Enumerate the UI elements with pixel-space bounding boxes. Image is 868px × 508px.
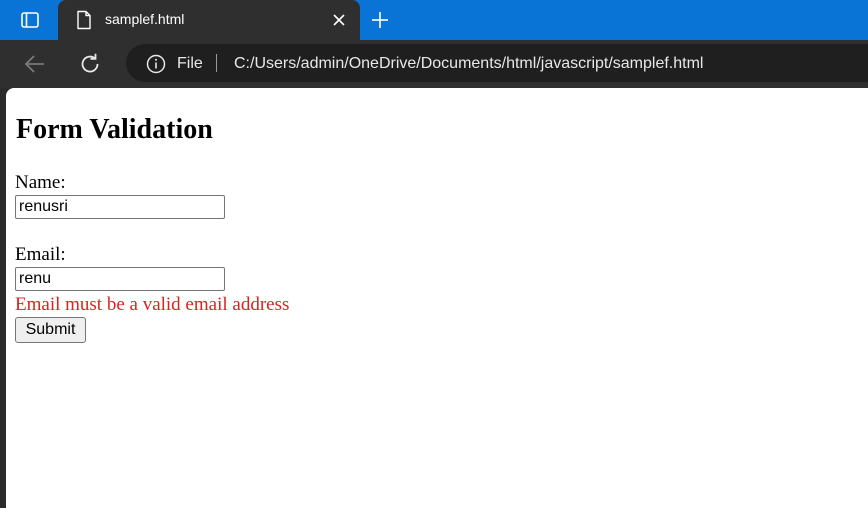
email-error-message: Email must be a valid email address	[15, 294, 290, 315]
name-label: Name:	[15, 172, 66, 193]
url-text[interactable]: C:/Users/admin/OneDrive/Documents/html/j…	[234, 55, 703, 73]
reload-button[interactable]	[77, 51, 103, 77]
submit-button[interactable]: Submit	[15, 317, 86, 343]
info-icon[interactable]	[146, 54, 166, 74]
address-separator	[216, 54, 217, 72]
back-arrow-icon	[24, 55, 44, 73]
close-icon	[333, 14, 345, 26]
close-tab-button[interactable]	[330, 11, 348, 29]
address-bar[interactable]: File C:/Users/admin/OneDrive/Documents/h…	[126, 44, 868, 82]
tab-actions-icon	[21, 12, 39, 28]
scheme-label: File	[177, 55, 203, 72]
page-viewport: Form Validation Name: Email: Email must …	[6, 88, 868, 508]
tab-strip: samplef.html	[0, 0, 868, 40]
email-input[interactable]	[15, 267, 225, 291]
plus-icon	[372, 12, 388, 28]
file-icon	[77, 10, 91, 30]
new-tab-button[interactable]	[368, 9, 392, 31]
name-input[interactable]	[15, 195, 225, 219]
back-button[interactable]	[22, 51, 48, 77]
email-label: Email:	[15, 244, 66, 265]
tab-title: samplef.html	[105, 11, 185, 27]
active-tab[interactable]: samplef.html	[58, 0, 360, 40]
tab-actions-button[interactable]	[10, 8, 50, 32]
reload-icon	[81, 53, 99, 73]
browser-toolbar: File C:/Users/admin/OneDrive/Documents/h…	[0, 40, 868, 88]
page-title: Form Validation	[16, 114, 213, 145]
